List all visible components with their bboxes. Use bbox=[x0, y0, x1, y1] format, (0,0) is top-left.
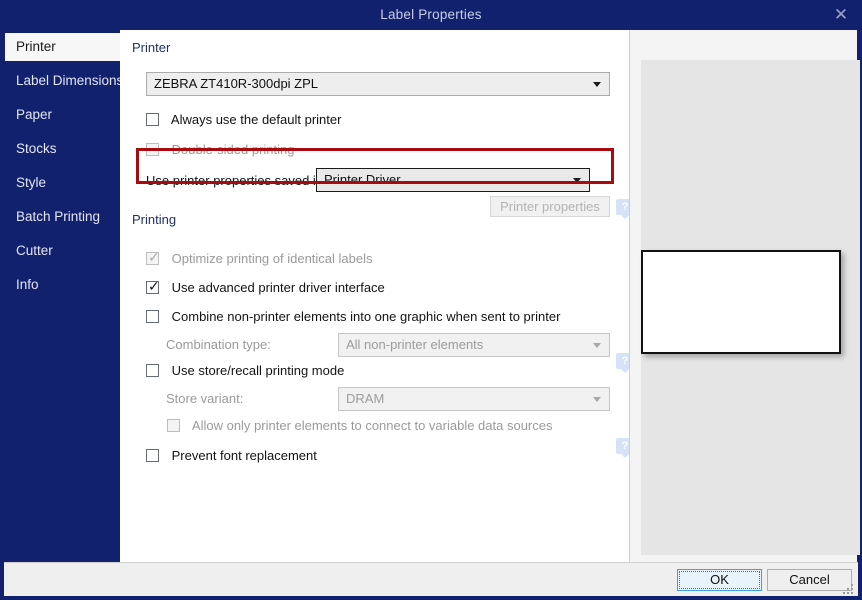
advanced-driver-label: Use advanced printer driver interface bbox=[172, 280, 385, 295]
printing-group-header: Printing bbox=[132, 212, 628, 228]
sidebar-item-cutter[interactable]: Cutter bbox=[0, 237, 120, 265]
sidebar-item-label: Stocks bbox=[16, 141, 57, 156]
focus-ring bbox=[679, 571, 760, 589]
combine-elements-checkbox[interactable]: Combine non-printer elements into one gr… bbox=[146, 307, 560, 327]
sidebar-item-label: Info bbox=[16, 277, 39, 292]
sidebar-item-paper[interactable]: Paper bbox=[0, 101, 120, 129]
title-bar: Label Properties ✕ bbox=[0, 0, 862, 30]
page-title: Label Properties bbox=[0, 0, 862, 30]
double-sided-printing-checkbox: Double-sided printing bbox=[146, 140, 294, 160]
printing-group: Printing ✓ Optimize printing of identica… bbox=[132, 212, 628, 468]
printer-group: Printer ZEBRA ZT410R-300dpi ZPL Always u… bbox=[132, 40, 628, 216]
check-icon: ✓ bbox=[148, 278, 160, 296]
combination-type-value: All non-printer elements bbox=[346, 337, 483, 352]
cancel-button-label: Cancel bbox=[789, 572, 829, 587]
printer-select[interactable]: ZEBRA ZT410R-300dpi ZPL bbox=[146, 72, 610, 96]
store-recall-label: Use store/recall printing mode bbox=[172, 363, 345, 378]
group-divider bbox=[132, 48, 628, 49]
dialog-footer: OK Cancel bbox=[4, 562, 858, 596]
prevent-font-replacement-checkbox[interactable]: Prevent font replacement bbox=[146, 446, 317, 466]
sidebar-item-label: Printer bbox=[16, 39, 56, 54]
chevron-down-icon bbox=[593, 82, 601, 87]
checkbox-box bbox=[146, 449, 159, 462]
sidebar-item-style[interactable]: Style bbox=[0, 169, 120, 197]
prevent-font-replacement-label: Prevent font replacement bbox=[172, 448, 317, 463]
sidebar-item-label: Style bbox=[16, 175, 46, 190]
sidebar: Printer Label Dimensions Paper Stocks St… bbox=[0, 30, 120, 562]
printer-group-title: Printer bbox=[132, 40, 177, 55]
chevron-down-icon bbox=[593, 343, 601, 348]
sidebar-item-stocks[interactable]: Stocks bbox=[0, 135, 120, 163]
optimize-printing-checkbox: ✓ Optimize printing of identical labels bbox=[146, 249, 373, 269]
optimize-printing-label: Optimize printing of identical labels bbox=[172, 251, 373, 266]
store-variant-select: DRAM bbox=[338, 387, 610, 411]
label-properties-dialog: Label Properties ✕ Printer Label Dimensi… bbox=[0, 0, 862, 600]
printer-group-header: Printer bbox=[132, 40, 628, 56]
combination-type-select: All non-printer elements bbox=[338, 333, 610, 357]
checkbox-box bbox=[146, 310, 159, 323]
close-icon[interactable]: ✕ bbox=[828, 3, 854, 27]
chevron-down-icon bbox=[593, 397, 601, 402]
checkbox-box bbox=[146, 143, 159, 156]
checkbox-box bbox=[146, 364, 159, 377]
ok-button[interactable]: OK bbox=[677, 569, 762, 591]
double-sided-printing-label: Double-sided printing bbox=[172, 142, 295, 157]
allow-only-printer-elements-label: Allow only printer elements to connect t… bbox=[192, 418, 553, 433]
sidebar-item-label: Batch Printing bbox=[16, 209, 100, 224]
checkbox-box bbox=[167, 419, 180, 432]
saved-in-label: Use printer properties saved in: bbox=[146, 171, 327, 191]
resize-grip-icon[interactable] bbox=[843, 582, 855, 594]
printing-group-title: Printing bbox=[132, 212, 183, 227]
cancel-button[interactable]: Cancel bbox=[767, 569, 852, 591]
sidebar-item-label: Label Dimensions bbox=[16, 73, 123, 88]
store-variant-label: Store variant: bbox=[166, 389, 243, 409]
store-variant-value: DRAM bbox=[346, 391, 384, 406]
sidebar-item-info[interactable]: Info bbox=[0, 271, 120, 299]
always-default-printer-checkbox[interactable]: Always use the default printer bbox=[146, 110, 341, 130]
checkbox-box bbox=[146, 113, 159, 126]
sidebar-item-label: Paper bbox=[16, 107, 52, 122]
saved-in-select-value: Printer Driver bbox=[324, 172, 401, 187]
advanced-driver-checkbox[interactable]: ✓ Use advanced printer driver interface bbox=[146, 278, 385, 298]
combination-type-label: Combination type: bbox=[166, 335, 271, 355]
sidebar-item-label-dimensions[interactable]: Label Dimensions bbox=[0, 67, 120, 95]
checkbox-box: ✓ bbox=[146, 281, 159, 294]
label-preview-thumbnail[interactable] bbox=[641, 250, 841, 354]
group-divider bbox=[132, 220, 628, 221]
always-default-printer-label: Always use the default printer bbox=[171, 112, 342, 127]
printer-select-value: ZEBRA ZT410R-300dpi ZPL bbox=[154, 76, 318, 91]
settings-form-panel: Printer ZEBRA ZT410R-300dpi ZPL Always u… bbox=[120, 30, 629, 562]
sidebar-item-batch-printing[interactable]: Batch Printing bbox=[0, 203, 120, 231]
sidebar-item-printer[interactable]: Printer bbox=[5, 33, 120, 61]
check-icon: ✓ bbox=[148, 249, 160, 267]
sidebar-item-label: Cutter bbox=[16, 243, 53, 258]
allow-only-printer-elements-checkbox: Allow only printer elements to connect t… bbox=[167, 416, 553, 436]
saved-in-select[interactable]: Printer Driver bbox=[316, 168, 590, 192]
combine-elements-label: Combine non-printer elements into one gr… bbox=[172, 309, 561, 324]
store-recall-checkbox[interactable]: Use store/recall printing mode bbox=[146, 361, 344, 381]
chevron-down-icon bbox=[573, 178, 581, 183]
checkbox-box: ✓ bbox=[146, 252, 159, 265]
